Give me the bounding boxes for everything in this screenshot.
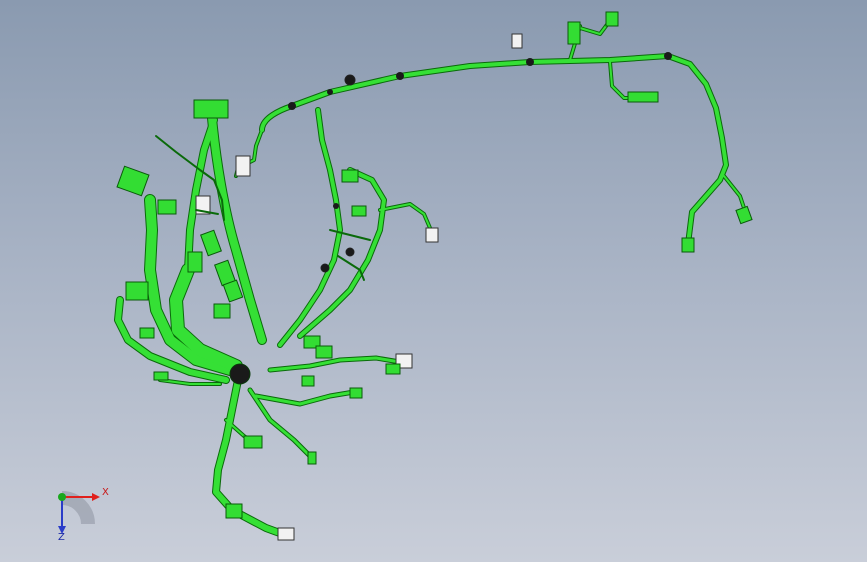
connector-top-right-1 <box>567 21 581 45</box>
connector-top-white <box>511 33 523 49</box>
cad-3d-viewport[interactable]: .w { fill: none; stroke: #0a6a0a; stroke… <box>0 0 867 562</box>
harness-connectors[interactable] <box>116 11 753 541</box>
connector-bottom-white <box>277 527 295 541</box>
connector-left-low <box>125 281 149 301</box>
connector-right-top <box>341 169 359 183</box>
connector-right-2 <box>351 205 367 217</box>
connector-center-right-2 <box>315 345 333 359</box>
connector-end-2 <box>735 205 753 225</box>
connector-right-low <box>349 387 363 399</box>
coordinate-triad <box>58 491 100 534</box>
connector-left-mid <box>157 199 177 215</box>
connector-bottom-1 <box>243 435 263 449</box>
y-axis-dot <box>58 493 66 501</box>
connector-left-upper <box>116 165 150 197</box>
connector-left-lug <box>153 371 169 381</box>
connector-right-mid <box>385 363 401 375</box>
connector-bottom-3 <box>307 451 317 465</box>
wire-harness-model[interactable]: .w { fill: none; stroke: #0a6a0a; stroke… <box>0 0 867 562</box>
connector-end-1 <box>681 237 695 253</box>
connector-top-main <box>193 99 229 119</box>
connector-center-low <box>301 375 315 387</box>
connector-center-5 <box>187 251 203 273</box>
connector-white-tag <box>235 155 251 177</box>
connector-right-upper-white <box>425 227 439 243</box>
connector-top-right-2 <box>605 11 619 27</box>
connector-bottom-2 <box>225 503 243 519</box>
z-axis-label: Z <box>58 532 65 543</box>
connector-left-bottom <box>139 327 155 339</box>
connector-center-3 <box>222 279 244 303</box>
connector-center-4 <box>213 303 231 319</box>
connector-right-branch <box>627 91 659 103</box>
connector-center-1 <box>200 229 222 257</box>
x-axis-label: X <box>102 487 109 498</box>
x-axis-arrowhead <box>92 493 100 501</box>
